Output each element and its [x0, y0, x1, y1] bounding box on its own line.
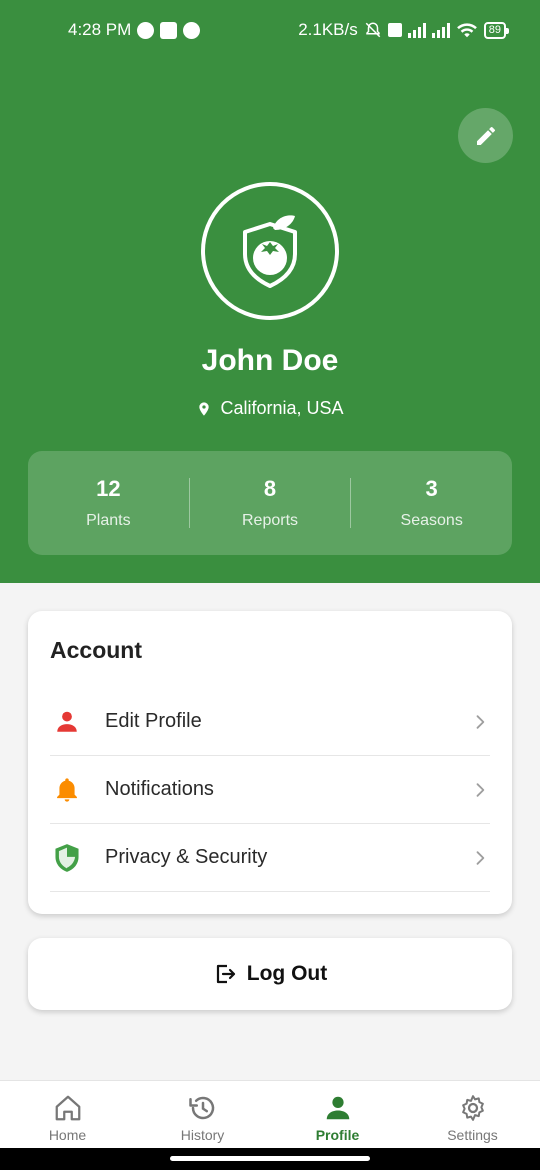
notification-icon — [137, 21, 155, 39]
chevron-right-icon — [476, 850, 485, 865]
bell-icon — [50, 773, 84, 807]
person-icon — [50, 705, 84, 739]
signal-icon-2 — [431, 22, 450, 38]
profile-icon — [326, 1096, 349, 1120]
chevron-right-icon — [476, 714, 485, 729]
nav-label: Settings — [447, 1127, 498, 1143]
home-icon — [55, 1095, 80, 1121]
nav-settings[interactable]: Settings — [405, 1081, 540, 1148]
stat-value: 12 — [96, 476, 121, 501]
location-text: California, USA — [220, 398, 344, 418]
menu-item-label: Privacy & Security — [105, 846, 268, 868]
bottom-nav: Home History Profile Settings — [0, 1080, 540, 1148]
nav-history[interactable]: History — [135, 1081, 270, 1148]
avatar[interactable] — [201, 182, 339, 320]
nav-label: History — [180, 1127, 225, 1143]
status-left: 4:28 PM — [68, 20, 201, 40]
chevron-right-icon — [476, 782, 485, 797]
location: California, USA — [0, 398, 540, 419]
tomato-shield-icon — [243, 215, 297, 288]
gear-icon — [461, 1095, 484, 1121]
battery-level: 89 — [488, 24, 501, 36]
menu-item-label: Edit Profile — [105, 710, 202, 732]
logout-label: Log Out — [246, 962, 328, 985]
nav-profile[interactable]: Profile — [270, 1081, 405, 1148]
system-nav-bar — [0, 1148, 540, 1170]
logout-button[interactable]: Log Out — [28, 938, 512, 1010]
history-icon — [188, 1096, 214, 1120]
menu-item-edit-profile[interactable]: Edit Profile — [50, 688, 490, 756]
logout-icon — [216, 964, 235, 984]
whatsapp-icon — [183, 21, 201, 39]
nav-home[interactable]: Home — [0, 1081, 135, 1148]
stat-label: Plants — [86, 512, 131, 529]
stat-label: Reports — [241, 512, 299, 529]
menu-item-notifications[interactable]: Notifications — [50, 756, 490, 824]
status-time: 4:28 PM — [68, 20, 132, 39]
account-title: Account — [50, 637, 142, 663]
stat-plants: 12 Plants — [28, 476, 189, 530]
battery-icon: 89 — [483, 21, 510, 39]
signal-icon — [407, 22, 426, 38]
user-name: John Doe — [201, 344, 339, 377]
account-card: Account Edit Profile Notifications Priva… — [28, 611, 512, 914]
mute-icon — [365, 22, 381, 38]
edit-profile-button[interactable] — [458, 108, 513, 163]
stats-panel: 12 Plants 8 Reports 3 Seasons — [28, 451, 512, 555]
stat-seasons: 3 Seasons — [351, 476, 512, 530]
stat-value: 3 — [425, 476, 438, 501]
status-right: 2.1KB/s 89 — [298, 20, 510, 40]
location-pin-icon — [199, 401, 210, 416]
stat-label: Seasons — [400, 512, 463, 529]
home-indicator[interactable] — [170, 1156, 370, 1161]
volte-icon — [387, 23, 402, 37]
nav-label: Profile — [315, 1127, 360, 1143]
wifi-icon — [456, 23, 477, 38]
stat-reports: 8 Reports — [190, 476, 351, 530]
app-notification-icon — [160, 21, 178, 39]
nav-label: Home — [48, 1127, 87, 1143]
status-bar: 4:28 PM 2.1KB/s 89 — [0, 0, 540, 62]
stat-value: 8 — [263, 476, 277, 501]
menu-item-privacy-security[interactable]: Privacy & Security — [50, 824, 490, 892]
shield-icon — [50, 841, 84, 875]
menu-item-label: Notifications — [105, 778, 214, 800]
network-speed: 2.1KB/s — [298, 20, 358, 39]
pencil-icon — [476, 126, 495, 145]
